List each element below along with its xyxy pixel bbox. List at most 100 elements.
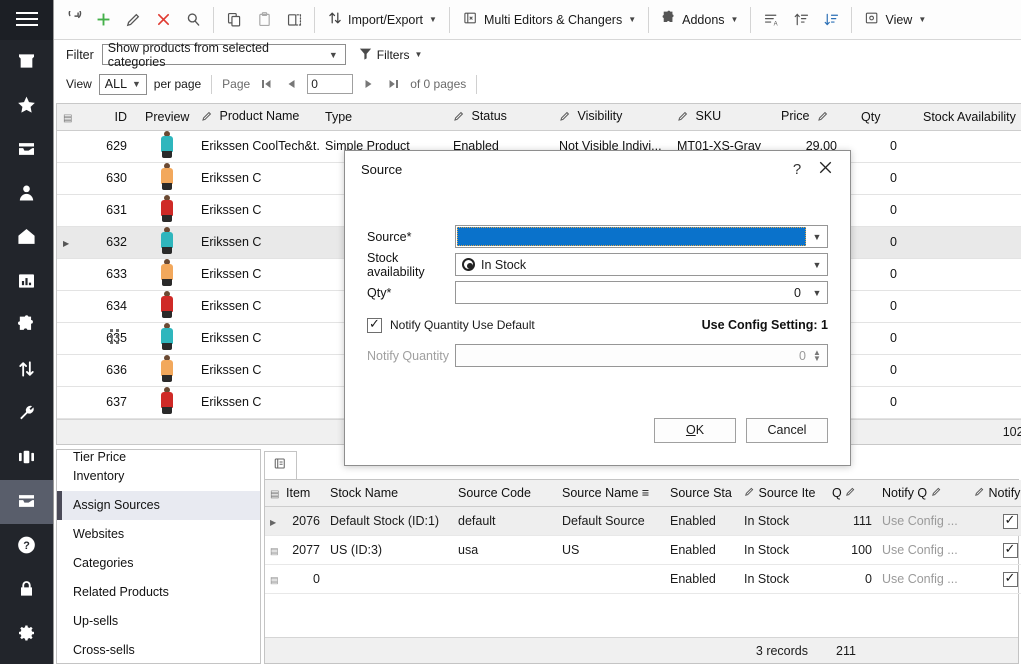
page-input[interactable]: 0: [307, 74, 354, 94]
col-product-name[interactable]: Product Name: [195, 104, 319, 131]
sidebar-item-help[interactable]: ?: [0, 524, 53, 568]
next-page-button[interactable]: [360, 75, 378, 93]
sidebar-item-layout[interactable]: [0, 436, 53, 480]
ok-button[interactable]: OK: [654, 417, 736, 443]
col-src-item-status[interactable]: Source Ite: [739, 479, 827, 507]
row-expander[interactable]: ▤: [265, 564, 281, 594]
row-expander[interactable]: ▤: [265, 535, 281, 565]
first-page-button[interactable]: [257, 75, 275, 93]
category-filter-select[interactable]: Show products from selected categories ▼: [101, 41, 346, 69]
col-qty[interactable]: Qty: [855, 104, 917, 131]
sort-ascending-button[interactable]: [786, 6, 816, 34]
sidebar-item-security[interactable]: [0, 568, 53, 612]
import-export-menu[interactable]: Import/Export ▼: [320, 6, 444, 34]
col-sku[interactable]: SKU: [671, 104, 775, 131]
sidebar-item-extensions[interactable]: [0, 304, 53, 348]
addons-menu[interactable]: Addons ▼: [654, 6, 745, 34]
col-src-handle[interactable]: ▤: [265, 479, 281, 507]
sidebar-item-products[interactable]: [0, 480, 53, 524]
paste-button[interactable]: [249, 6, 279, 34]
chevron-down-icon[interactable]: ▼: [807, 282, 827, 303]
col-status[interactable]: Status: [447, 104, 553, 131]
row-expander[interactable]: [57, 386, 73, 419]
chevron-down-icon[interactable]: ▼: [807, 254, 827, 275]
previous-page-button[interactable]: [282, 75, 300, 93]
sidebar-item-inbox[interactable]: [0, 128, 53, 172]
row-expander[interactable]: [57, 130, 73, 163]
help-button[interactable]: ?: [784, 156, 810, 182]
table-row[interactable]: ▤ 2077 US (ID:3) usa US Enabled In Stock 100 Use…: [265, 535, 1021, 565]
col-src-qty[interactable]: Q: [827, 479, 877, 507]
edit-button[interactable]: [118, 6, 148, 34]
multi-editors-menu[interactable]: Multi Editors & Changers ▼: [455, 6, 643, 34]
cancel-button[interactable]: Cancel: [746, 417, 828, 443]
view-menu[interactable]: View ▼: [857, 6, 933, 34]
table-row[interactable]: ▤ 0 Enabled In Stock 0 Use Config ...: [265, 564, 1021, 594]
sidebar-item-favorites[interactable]: [0, 84, 53, 128]
last-page-button[interactable]: [385, 75, 403, 93]
nav-item-related-products[interactable]: Related Products: [57, 578, 260, 607]
menu-toggle-button[interactable]: [0, 0, 53, 40]
nav-item-tier-price[interactable]: Tier Price: [57, 450, 260, 462]
col-price[interactable]: Price: [775, 104, 855, 131]
stock-availability-select[interactable]: In Stock ▼: [455, 253, 828, 276]
add-button[interactable]: [88, 6, 118, 34]
chevron-down-icon[interactable]: ▼: [807, 226, 827, 247]
close-button[interactable]: [810, 156, 840, 182]
duplicate-button[interactable]: [279, 6, 309, 34]
nav-item-up-sells[interactable]: Up-sells: [57, 607, 260, 636]
row-expander[interactable]: ▶: [57, 226, 73, 259]
col-src-status[interactable]: Source Sta: [665, 479, 739, 507]
sidebar-item-store[interactable]: [0, 40, 53, 84]
row-expander[interactable]: [57, 162, 73, 195]
filters-button[interactable]: Filters ▼: [354, 46, 427, 64]
sort-descending-button[interactable]: [816, 6, 846, 34]
sidebar-item-settings[interactable]: [0, 612, 53, 656]
sidebar-item-transfer[interactable]: [0, 348, 53, 392]
nav-item-websites[interactable]: Websites: [57, 520, 260, 549]
spinner-icon[interactable]: ▲ ▼: [810, 348, 824, 362]
tab-assign-sources[interactable]: [264, 450, 297, 479]
sidebar-item-tools[interactable]: [0, 392, 53, 436]
notify-quantity-use-default-checkbox[interactable]: [367, 316, 382, 333]
row-expander[interactable]: ▶: [265, 506, 281, 536]
row-expander[interactable]: [57, 290, 73, 323]
row-expander[interactable]: [57, 194, 73, 227]
nav-item-assign-sources[interactable]: Assign Sources: [57, 490, 260, 520]
col-id[interactable]: ID: [73, 104, 139, 131]
refresh-button[interactable]: [58, 6, 88, 34]
col-handle[interactable]: ▤: [57, 104, 73, 131]
nav-item-categories[interactable]: Categories: [57, 549, 260, 578]
row-expander[interactable]: [57, 354, 73, 387]
col-src-item[interactable]: Item: [281, 479, 325, 507]
checkbox-checked-icon[interactable]: [1002, 570, 1018, 587]
panel-splitter-handle[interactable]: [109, 318, 119, 354]
col-src-code[interactable]: Source Code: [453, 479, 557, 507]
per-page-select[interactable]: ALL ▼: [98, 73, 147, 95]
nav-item-cross-sells[interactable]: Cross-sells: [57, 636, 260, 664]
cell-notify-qt[interactable]: [969, 564, 1021, 594]
sidebar-item-home[interactable]: [0, 216, 53, 260]
row-expander[interactable]: [57, 322, 73, 355]
delete-button[interactable]: [148, 6, 178, 34]
col-src-name[interactable]: Source Name ≡: [557, 479, 665, 507]
col-stock-availability[interactable]: Stock Availability: [917, 104, 1021, 131]
nav-item-inventory[interactable]: Inventory: [57, 462, 260, 491]
col-preview[interactable]: Preview: [139, 104, 195, 131]
qty-input[interactable]: 0 ▼: [455, 281, 828, 304]
col-src-notify-qt[interactable]: Notify Qt: [969, 479, 1021, 507]
col-src-stock-name[interactable]: Stock Name: [325, 479, 453, 507]
search-button[interactable]: [178, 6, 208, 34]
copy-button[interactable]: [219, 6, 249, 34]
cell-notify-qt[interactable]: [969, 506, 1021, 536]
cell-notify-qt[interactable]: [969, 535, 1021, 565]
col-type[interactable]: Type: [319, 104, 447, 131]
col-visibility[interactable]: Visibility: [553, 104, 671, 131]
table-row[interactable]: ▶ 2076 Default Stock (ID:1) default Default …: [265, 506, 1021, 536]
col-src-notify-q[interactable]: Notify Q: [877, 479, 969, 507]
source-select[interactable]: ▼: [455, 225, 828, 248]
checkbox-checked-icon[interactable]: [1002, 512, 1018, 529]
row-expander[interactable]: [57, 258, 73, 291]
sidebar-item-customers[interactable]: [0, 172, 53, 216]
sort-alpha-button[interactable]: A: [756, 6, 786, 34]
